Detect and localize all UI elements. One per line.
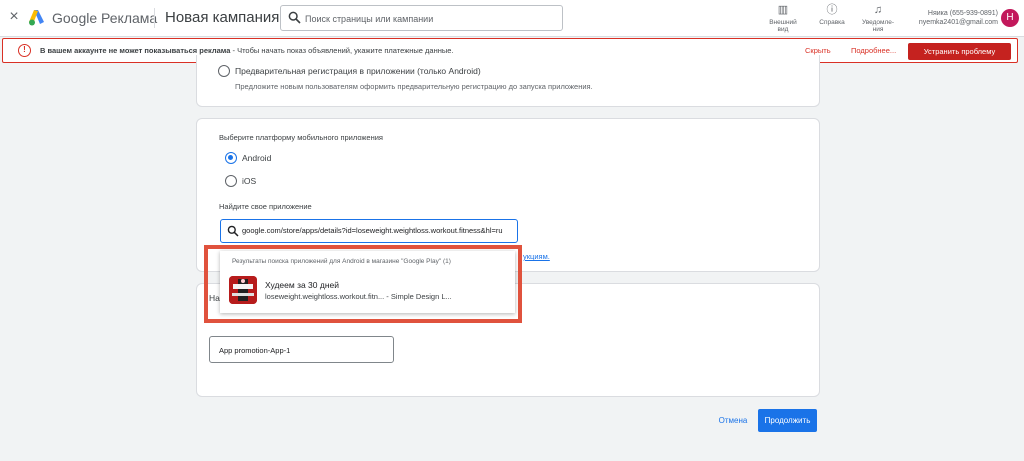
appearance-button[interactable]: ▥ Внешний вид	[764, 3, 802, 35]
warning-icon: !	[18, 44, 31, 57]
notifications-label: Уведомле-ния	[861, 19, 895, 33]
cancel-button[interactable]: Отмена	[713, 413, 753, 429]
alert-message-rest: - Чтобы начать показ объявлений, укажите…	[230, 46, 454, 55]
app-search-field[interactable]: google.com/store/apps/details?id=losewei…	[220, 219, 518, 243]
divider	[154, 8, 155, 28]
highlight-frame	[204, 245, 522, 323]
campaign-name-input[interactable]: App promotion-App-1	[209, 336, 394, 363]
ios-radio[interactable]	[225, 175, 237, 187]
continue-button[interactable]: Продолжить	[758, 409, 817, 432]
help-icon: ⓘ	[826, 4, 838, 16]
learn-more-link[interactable]: Подробнее...	[851, 46, 896, 56]
search-icon	[288, 11, 301, 24]
brand-name: Google Реклама	[52, 10, 158, 26]
search-input[interactable]	[305, 11, 555, 26]
google-ads-logo	[29, 10, 44, 26]
app-search-input[interactable]: google.com/store/apps/details?id=losewei…	[242, 226, 514, 236]
account-email: nyemka2401@gmail.com	[918, 19, 998, 26]
notifications-button[interactable]: ♫ Уведомле-ния	[858, 3, 898, 35]
help-label: Справка	[819, 19, 845, 26]
account-info[interactable]: Няика (655-939-0891) nyemka2401@gmail.co…	[906, 9, 998, 27]
preregistration-description: Предложите новым пользователям оформить …	[235, 82, 593, 91]
platform-heading: Выберите платформу мобильного приложения	[219, 133, 383, 142]
search-icon	[227, 225, 239, 237]
appearance-label: Внешний вид	[769, 19, 797, 33]
appearance-icon: ▥	[777, 4, 789, 16]
preregistration-label: Предварительная регистрация в приложении…	[235, 66, 481, 76]
preregistration-radio[interactable]	[218, 65, 230, 77]
find-app-label: Найдите свое приложение	[219, 202, 312, 211]
fix-problem-button[interactable]: Устранить проблему	[908, 43, 1011, 60]
campaign-name-value: App promotion-App-1	[219, 346, 291, 355]
page-title: Новая кампания	[165, 9, 280, 26]
alert-message-bold: В вашем аккаунте не может показываться р…	[40, 46, 231, 55]
top-header: × Google Реклама Новая кампания ▥ Внешни…	[0, 0, 1024, 37]
close-icon[interactable]: ×	[6, 8, 22, 26]
android-label: Android	[242, 153, 272, 163]
campaign-goal-card	[196, 55, 820, 107]
avatar[interactable]: Н	[1001, 9, 1019, 27]
global-search[interactable]	[280, 5, 563, 31]
account-name: Няика (655-939-0891)	[927, 10, 998, 17]
ios-label: iOS	[242, 176, 257, 186]
help-button[interactable]: ⓘ Справка	[812, 3, 852, 35]
bell-icon: ♫	[873, 4, 883, 16]
terms-link[interactable]: укциям.	[523, 252, 550, 262]
android-radio[interactable]	[225, 152, 237, 164]
